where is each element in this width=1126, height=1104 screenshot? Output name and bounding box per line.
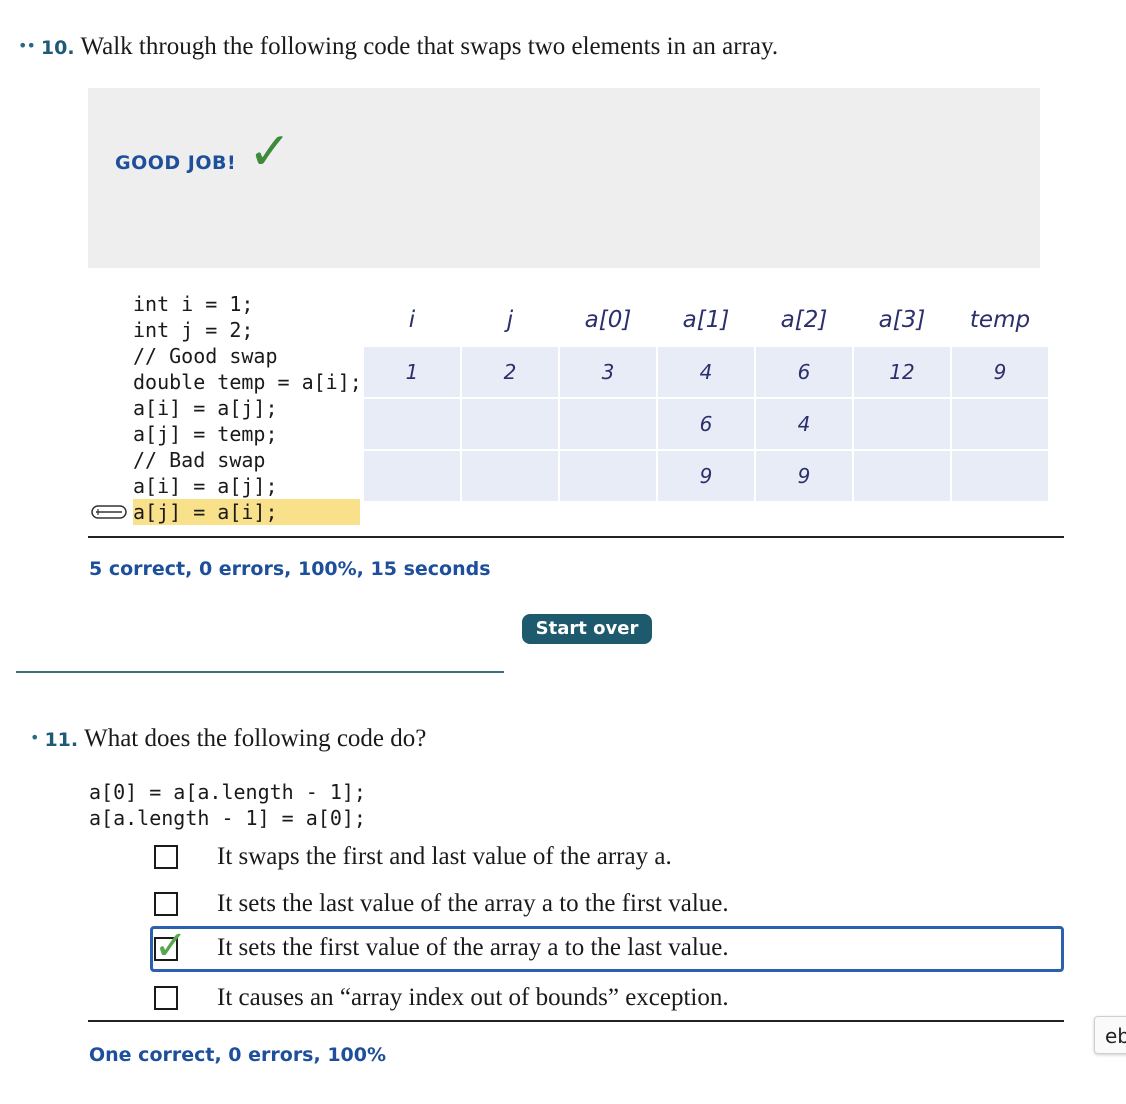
trace-cell[interactable] [560, 399, 656, 449]
question-prompt: Walk through the following code that swa… [80, 33, 779, 60]
option-label: It causes an “array index out of bounds”… [217, 984, 729, 1011]
feedback-panel: GOOD JOB! ✓ [88, 88, 1040, 268]
trace-cell[interactable]: 1 [364, 347, 460, 397]
trace-cell[interactable]: 6 [756, 347, 852, 397]
feedback-message: GOOD JOB! [115, 152, 237, 174]
question-number: 10. [40, 37, 75, 59]
section-separator [16, 671, 504, 673]
trace-cell[interactable]: 6 [658, 399, 754, 449]
checkmark-icon: ✓ [248, 122, 292, 182]
trace-header: temp [952, 295, 1048, 345]
option-label: It swaps the first and last value of the… [217, 843, 672, 870]
trace-header: j [462, 295, 558, 345]
code-line: a[a.length - 1] = a[0]; [89, 806, 366, 830]
trace-cell[interactable] [462, 451, 558, 501]
question-number: 11. [44, 729, 79, 751]
trace-cell[interactable]: 9 [756, 451, 852, 501]
trace-cell[interactable] [854, 451, 950, 501]
checkmark-icon: ✓ [154, 923, 188, 969]
code-listing: a[0] = a[a.length - 1]; a[a.length - 1] … [89, 779, 366, 831]
question-10-heading: •• 10. Walk through the following code tha… [18, 31, 778, 63]
trace-cell[interactable]: 4 [756, 399, 852, 449]
code-line: // Good swap [133, 344, 278, 368]
trace-cell[interactable] [952, 399, 1048, 449]
trace-cell[interactable] [364, 399, 460, 449]
start-over-button[interactable]: Start over [522, 614, 652, 644]
trace-row: 6 4 [364, 399, 1048, 449]
score-summary: One correct, 0 errors, 100% [89, 1044, 387, 1066]
trace-cell[interactable]: 9 [952, 347, 1048, 397]
trace-header: a[0] [560, 295, 656, 345]
code-line: int j = 2; [133, 318, 254, 342]
trace-header: a[3] [854, 295, 950, 345]
trace-header: a[1] [658, 295, 754, 345]
trace-header-row: i j a[0] a[1] a[2] a[3] temp [364, 295, 1048, 345]
answer-option-4[interactable]: It causes an “array index out of bounds”… [150, 975, 1064, 1021]
code-line: a[0] = a[a.length - 1]; [89, 780, 366, 804]
side-tab[interactable]: eb [1094, 1016, 1126, 1054]
divider [88, 1020, 1064, 1022]
trace-cell[interactable] [952, 451, 1048, 501]
code-line: double temp = a[i]; [133, 370, 362, 394]
option-label: It sets the last value of the array a to… [217, 890, 729, 917]
question-11-heading: • 11. What does the following code do? [30, 723, 426, 755]
answer-option-2[interactable]: It sets the last value of the array a to… [150, 881, 1064, 927]
trace-cell[interactable] [560, 451, 656, 501]
trace-cell[interactable]: 3 [560, 347, 656, 397]
trace-cell[interactable]: 2 [462, 347, 558, 397]
answer-option-1[interactable]: It swaps the first and last value of the… [150, 834, 1064, 880]
option-label: It sets the first value of the array a t… [217, 934, 729, 961]
checkbox[interactable] [154, 986, 178, 1010]
trace-cell[interactable] [364, 451, 460, 501]
code-line: // Bad swap [133, 448, 266, 472]
trace-cell[interactable]: 4 [658, 347, 754, 397]
divider [88, 536, 1064, 538]
trace-header: a[2] [756, 295, 852, 345]
code-line: int i = 1; [133, 292, 254, 316]
trace-header: i [364, 295, 460, 345]
pencil-icon [91, 505, 127, 519]
code-line: a[i] = a[j]; [133, 396, 278, 420]
question-prompt: What does the following code do? [84, 725, 427, 752]
trace-cell[interactable]: 9 [658, 451, 754, 501]
difficulty-dots: • [30, 728, 39, 747]
trace-cell[interactable]: 12 [854, 347, 950, 397]
code-line-current: a[j] = a[i]; [133, 499, 360, 525]
code-listing: int i = 1; int j = 2; // Good swap doubl… [133, 291, 362, 525]
difficulty-dots: •• [18, 36, 36, 55]
checkbox[interactable] [154, 845, 178, 869]
checkbox[interactable] [154, 892, 178, 916]
trace-table: i j a[0] a[1] a[2] a[3] temp 1 2 3 4 6 1… [362, 293, 1050, 503]
code-line: a[i] = a[j]; [133, 474, 278, 498]
answer-option-3[interactable]: ✓ It sets the first value of the array a… [150, 926, 1064, 972]
trace-row: 1 2 3 4 6 12 9 [364, 347, 1048, 397]
score-summary: 5 correct, 0 errors, 100%, 15 seconds [89, 558, 491, 580]
trace-row: 9 9 [364, 451, 1048, 501]
code-line: a[j] = temp; [133, 422, 278, 446]
trace-cell[interactable] [854, 399, 950, 449]
trace-cell[interactable] [462, 399, 558, 449]
